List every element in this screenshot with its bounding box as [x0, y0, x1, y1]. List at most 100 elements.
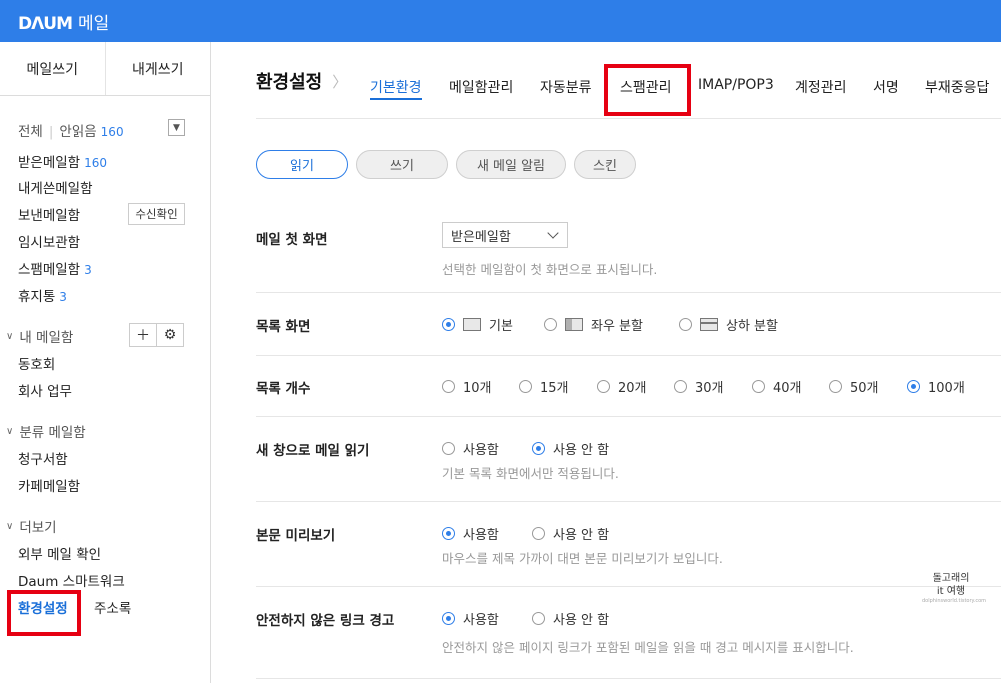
- unsafe-link-option-not-use[interactable]: 사용 안 함: [532, 609, 609, 628]
- radio-selected[interactable]: [442, 527, 455, 540]
- unsafe-link-label: 안전하지 않은 링크 경고: [256, 613, 395, 629]
- radio-selected[interactable]: [907, 380, 920, 393]
- radio-selected[interactable]: [442, 318, 455, 331]
- radio-unselected[interactable]: [442, 442, 455, 455]
- sidebar-item-label: 회사 업무: [18, 384, 72, 400]
- sidebar-item-label: 외부 메일 확인: [18, 547, 102, 563]
- tab-auto-filter[interactable]: 자동분류: [540, 77, 592, 97]
- sidebar-item-work[interactable]: 회사 업무: [18, 380, 72, 400]
- list-count-option-50[interactable]: 50개: [829, 377, 879, 396]
- subtab-read[interactable]: 읽기: [256, 150, 348, 179]
- sidebar-item-drafts[interactable]: 임시보관함: [18, 231, 80, 251]
- tab-basic[interactable]: 기본환경: [370, 77, 422, 100]
- sidebar-item-spam[interactable]: 스팸메일함 3: [18, 258, 92, 278]
- subtab-write[interactable]: 쓰기: [356, 150, 448, 179]
- list-count-option-15[interactable]: 15개: [519, 377, 569, 396]
- sidebar-item-smartwork[interactable]: Daum 스마트워크: [18, 570, 125, 590]
- list-view-option-split-tb[interactable]: 상하 분할: [679, 315, 778, 334]
- new-window-option-not-use[interactable]: 사용 안 함: [532, 439, 609, 458]
- compose-button[interactable]: 메일쓰기: [0, 42, 105, 95]
- sidebar-item-trash[interactable]: 휴지통 3: [18, 285, 67, 305]
- option-label: 10개: [463, 381, 492, 396]
- radio-selected[interactable]: [442, 612, 455, 625]
- blog-watermark: 돌고래의 it 여행 dolphinsworld.tistory.com: [922, 572, 987, 605]
- filter-separator: |: [48, 124, 54, 140]
- preview-option-use[interactable]: 사용함: [442, 524, 499, 543]
- sidebar-item-inbox[interactable]: 받은메일함 160: [18, 151, 107, 171]
- row-divider: [256, 678, 1001, 679]
- trash-count: 3: [59, 290, 67, 304]
- radio-unselected[interactable]: [597, 380, 610, 393]
- filter-all[interactable]: 전체: [18, 124, 43, 140]
- radio-unselected[interactable]: [674, 380, 687, 393]
- option-label: 기본: [489, 319, 513, 334]
- list-count-option-20[interactable]: 20개: [597, 377, 647, 396]
- sidebar-item-address-book[interactable]: 주소록: [94, 597, 131, 617]
- mail-service-name: 메일: [78, 14, 110, 34]
- sidebar-item-club[interactable]: 동호회: [18, 353, 55, 373]
- my-mailbox-group[interactable]: ∨ 내 메일함: [6, 326, 73, 346]
- filter-row: 전체 | 안읽음 160: [18, 120, 124, 140]
- top-bar: DΛUM 메일: [0, 0, 1001, 42]
- radio-selected[interactable]: [532, 442, 545, 455]
- tab-account-manage[interactable]: 계정관리: [795, 77, 847, 97]
- sidebar-item-settings[interactable]: 환경설정: [18, 597, 68, 617]
- more-group[interactable]: ∨ 더보기: [6, 516, 57, 536]
- category-mailbox-group[interactable]: ∨ 분류 메일함: [6, 421, 86, 441]
- list-count-option-30[interactable]: 30개: [674, 377, 724, 396]
- add-mailbox-button[interactable]: ＋: [129, 323, 157, 347]
- chevron-down-icon: ∨: [6, 520, 14, 532]
- radio-unselected[interactable]: [544, 318, 557, 331]
- list-view-option-split-lr[interactable]: 좌우 분할: [544, 315, 643, 334]
- list-count-option-10[interactable]: 10개: [442, 377, 492, 396]
- subtab-new-mail-alert[interactable]: 새 메일 알림: [456, 150, 566, 179]
- radio-unselected[interactable]: [679, 318, 692, 331]
- tab-imap-pop3[interactable]: IMAP/POP3: [698, 77, 774, 93]
- option-label: 사용 안 함: [553, 443, 610, 458]
- tab-spam-manage[interactable]: 스팸관리: [620, 77, 672, 97]
- filter-dropdown-toggle[interactable]: ▼: [168, 119, 185, 136]
- sidebar-item-external[interactable]: 외부 메일 확인: [18, 543, 101, 563]
- tab-mailbox-manage[interactable]: 메일함관리: [449, 77, 513, 97]
- layout-default-icon: [463, 318, 481, 331]
- radio-unselected[interactable]: [752, 380, 765, 393]
- sidebar-item-bills[interactable]: 청구서함: [18, 448, 68, 468]
- list-view-option-default[interactable]: 기본: [442, 315, 513, 334]
- radio-unselected[interactable]: [442, 380, 455, 393]
- radio-unselected[interactable]: [532, 527, 545, 540]
- list-count-option-100[interactable]: 100개: [907, 377, 965, 396]
- tab-signature[interactable]: 서명: [873, 77, 899, 97]
- preview-option-not-use[interactable]: 사용 안 함: [532, 524, 609, 543]
- chevron-down-icon: ▼: [173, 122, 180, 133]
- list-count-option-40[interactable]: 40개: [752, 377, 802, 396]
- sidebar-item-label: 환경설정: [18, 601, 68, 617]
- radio-unselected[interactable]: [519, 380, 532, 393]
- layout-split-lr-icon: [565, 318, 583, 331]
- filter-unread[interactable]: 안읽음: [59, 124, 96, 140]
- read-receipt-button[interactable]: 수신확인: [128, 203, 185, 225]
- first-screen-select[interactable]: 받은메일함: [442, 222, 568, 248]
- radio-unselected[interactable]: [532, 612, 545, 625]
- sidebar-item-label: 스팸메일함: [18, 262, 81, 278]
- unread-count: 160: [100, 125, 124, 139]
- inbox-count: 160: [84, 156, 108, 170]
- sidebar-item-to-me[interactable]: 내게쓴메일함: [18, 177, 93, 197]
- sidebar-item-cafe[interactable]: 카페메일함: [18, 475, 80, 495]
- option-label: 50개: [850, 381, 879, 396]
- tab-auto-reply[interactable]: 부재중응답: [925, 77, 989, 97]
- unsafe-link-option-use[interactable]: 사용함: [442, 609, 499, 628]
- chevron-down-icon: ∨: [6, 330, 14, 342]
- sidebar-item-label: 받은메일함: [18, 155, 81, 171]
- option-label: 좌우 분할: [591, 319, 643, 334]
- daum-mail-logo[interactable]: DΛUM 메일: [18, 9, 109, 34]
- compose-to-self-button[interactable]: 내게쓰기: [104, 42, 211, 95]
- new-window-option-use[interactable]: 사용함: [442, 439, 499, 458]
- radio-unselected[interactable]: [829, 380, 842, 393]
- mailbox-settings-button[interactable]: ⚙: [156, 323, 184, 347]
- new-window-help: 기본 목록 화면에서만 적용됩니다.: [442, 466, 619, 481]
- layout-split-tb-icon: [700, 318, 718, 331]
- subtab-skin[interactable]: 스킨: [574, 150, 636, 179]
- sidebar-item-sent[interactable]: 보낸메일함: [18, 204, 80, 224]
- watermark-line3: dolphinsworld.tistory.com: [922, 598, 987, 604]
- sidebar-item-label: 내게쓴메일함: [18, 181, 93, 197]
